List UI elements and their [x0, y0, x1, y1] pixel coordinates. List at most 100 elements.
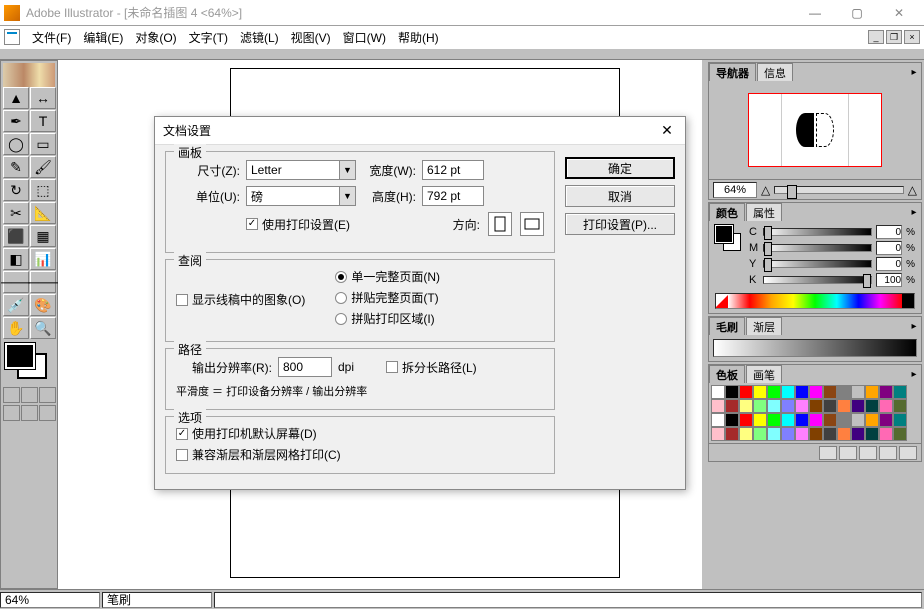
mode-gradient[interactable]: [21, 387, 38, 403]
tab-stroke[interactable]: 毛刷: [709, 317, 745, 335]
status-zoom[interactable]: 64%: [0, 592, 100, 608]
swatch-btn-2[interactable]: [839, 446, 857, 460]
swatch-37[interactable]: [837, 413, 851, 427]
use-print-settings-checkbox[interactable]: ✓使用打印设置(E): [246, 216, 350, 233]
swatch-28[interactable]: [711, 413, 725, 427]
tool-20[interactable]: ✋: [3, 317, 29, 339]
slider-Y[interactable]: [763, 260, 872, 268]
swatch-52[interactable]: [851, 427, 865, 441]
swatch-2[interactable]: [739, 385, 753, 399]
mdi-close[interactable]: ×: [904, 30, 920, 44]
swatch-32[interactable]: [767, 413, 781, 427]
swatch-49[interactable]: [809, 427, 823, 441]
swatch-48[interactable]: [795, 427, 809, 441]
radio-single-page[interactable]: 单一完整页面(N): [335, 268, 440, 285]
swatch-53[interactable]: [865, 427, 879, 441]
swatch-40[interactable]: [879, 413, 893, 427]
swatch-17[interactable]: [753, 399, 767, 413]
tab-gradient[interactable]: 渐层: [746, 317, 782, 335]
menu-F[interactable]: 文件(F): [26, 27, 77, 48]
swatch-22[interactable]: [823, 399, 837, 413]
swatch-5[interactable]: [781, 385, 795, 399]
swatch-14[interactable]: [711, 399, 725, 413]
tab-attributes[interactable]: 属性: [746, 203, 782, 221]
tool-2[interactable]: ✒: [3, 110, 29, 132]
ok-button[interactable]: 确定: [565, 157, 675, 179]
split-long-paths-checkbox[interactable]: 拆分长路径(L): [386, 359, 477, 376]
height-field[interactable]: 792 pt: [422, 186, 484, 206]
swatch-41[interactable]: [893, 413, 907, 427]
tool-10[interactable]: ✂: [3, 202, 29, 224]
swatch-8[interactable]: [823, 385, 837, 399]
menu-L[interactable]: 滤镜(L): [234, 27, 285, 48]
mode-none[interactable]: [39, 387, 56, 403]
value-C[interactable]: [876, 225, 902, 239]
swatch-31[interactable]: [753, 413, 767, 427]
value-M[interactable]: [876, 241, 902, 255]
swatch-45[interactable]: [753, 427, 767, 441]
slider-M[interactable]: [763, 244, 872, 252]
swatch-27[interactable]: [893, 399, 907, 413]
swatch-6[interactable]: [795, 385, 809, 399]
mdi-minimize[interactable]: _: [868, 30, 884, 44]
swatch-54[interactable]: [879, 427, 893, 441]
swatch-33[interactable]: [781, 413, 795, 427]
slider-C[interactable]: [763, 228, 872, 236]
close-button[interactable]: ✕: [878, 1, 920, 25]
minimize-button[interactable]: —: [794, 1, 836, 25]
swatch-42[interactable]: [711, 427, 725, 441]
swatch-19[interactable]: [781, 399, 795, 413]
swatch-21[interactable]: [809, 399, 823, 413]
swatch-4[interactable]: [767, 385, 781, 399]
swatch-18[interactable]: [767, 399, 781, 413]
swatch-btn-3[interactable]: [859, 446, 877, 460]
swatch-24[interactable]: [851, 399, 865, 413]
show-images-checkbox[interactable]: 显示线稿中的图象(O): [176, 268, 305, 331]
menu-E[interactable]: 编辑(E): [77, 27, 129, 48]
swatch-15[interactable]: [725, 399, 739, 413]
tab-info[interactable]: 信息: [757, 63, 793, 81]
tool-7[interactable]: 🖌: [30, 156, 56, 178]
fill-stroke-swatch[interactable]: [3, 343, 55, 385]
navigator-thumbnail[interactable]: [748, 93, 882, 167]
zoom-in-icon[interactable]: △: [908, 183, 917, 197]
tool-13[interactable]: ▦: [30, 225, 56, 247]
swatch-9[interactable]: [837, 385, 851, 399]
dialog-close-button[interactable]: ✕: [657, 121, 677, 141]
tool-3[interactable]: T: [30, 110, 56, 132]
value-K[interactable]: [876, 273, 902, 287]
tool-6[interactable]: ✎: [3, 156, 29, 178]
swatch-36[interactable]: [823, 413, 837, 427]
tool-5[interactable]: ▭: [30, 133, 56, 155]
tool-21[interactable]: 🔍: [30, 317, 56, 339]
tool-17[interactable]: ───: [30, 271, 56, 293]
swatch-47[interactable]: [781, 427, 795, 441]
mdi-restore[interactable]: ❐: [886, 30, 902, 44]
menu-V[interactable]: 视图(V): [285, 27, 337, 48]
tool-19[interactable]: 🎨: [30, 294, 56, 316]
swatch-46[interactable]: [767, 427, 781, 441]
unit-combo[interactable]: 磅▼: [246, 186, 356, 206]
compat-gradient-checkbox[interactable]: 兼容渐层和渐层网格打印(C): [176, 446, 544, 463]
swatch-38[interactable]: [851, 413, 865, 427]
swatch-3[interactable]: [753, 385, 767, 399]
cancel-button[interactable]: 取消: [565, 185, 675, 207]
value-Y[interactable]: [876, 257, 902, 271]
tab-navigator[interactable]: 导航器: [709, 63, 756, 81]
swatch-25[interactable]: [865, 399, 879, 413]
swatch-43[interactable]: [725, 427, 739, 441]
tool-12[interactable]: ⬛: [3, 225, 29, 247]
panel-menu-icon[interactable]: ▸: [907, 203, 921, 221]
zoom-input[interactable]: [713, 182, 757, 198]
swatch-51[interactable]: [837, 427, 851, 441]
swatch-delete[interactable]: [899, 446, 917, 460]
slider-K[interactable]: [763, 276, 872, 284]
swatch-10[interactable]: [851, 385, 865, 399]
screen-standard[interactable]: [3, 405, 20, 421]
swatch-20[interactable]: [795, 399, 809, 413]
swatch-29[interactable]: [725, 413, 739, 427]
swatch-12[interactable]: [879, 385, 893, 399]
maximize-button[interactable]: ▢: [836, 1, 878, 25]
swatch-26[interactable]: [879, 399, 893, 413]
tool-18[interactable]: 💉: [3, 294, 29, 316]
